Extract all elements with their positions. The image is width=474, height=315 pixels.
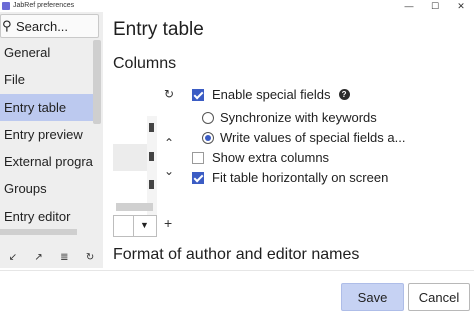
close-icon[interactable]: ✕ — [448, 0, 474, 12]
table-cell-icon — [149, 180, 154, 189]
enable-special-fields-option[interactable]: Enable special fields ? — [192, 87, 350, 102]
search-input[interactable]: ⚲ Search... — [0, 14, 99, 38]
columns-table[interactable] — [113, 116, 157, 215]
app-icon — [2, 2, 10, 10]
enable-special-fields-checkbox[interactable] — [192, 88, 204, 101]
title-bar: JabRef preferences — ☐ ✕ — [0, 0, 474, 12]
table-horizontal-scrollbar[interactable] — [116, 203, 153, 211]
search-icon: ⚲ — [2, 18, 12, 33]
sidebar-item-external-programs[interactable]: External programs — [0, 148, 93, 175]
enable-special-fields-label: Enable special fields — [212, 87, 331, 102]
combo-divider — [133, 216, 134, 236]
page-title: Entry table — [113, 19, 204, 40]
export-preferences-icon[interactable]: ↗ — [34, 252, 42, 263]
sync-keywords-option[interactable]: Synchronize with keywords — [202, 110, 377, 125]
fit-table-checkbox[interactable] — [192, 171, 204, 184]
format-names-section-title: Format of author and editor names — [113, 246, 360, 263]
show-extra-columns-label: Show extra columns — [212, 150, 330, 165]
window-controls: — ☐ ✕ — [396, 0, 474, 12]
sidebar: ⚲ Search... General File Entry table Ent… — [0, 12, 103, 268]
show-preferences-icon[interactable]: ≣ — [60, 252, 68, 263]
cancel-button[interactable]: Cancel — [408, 283, 470, 311]
column-select-combo[interactable]: ▼ — [113, 215, 157, 237]
sidebar-item-entry-preview[interactable]: Entry preview — [0, 121, 93, 148]
write-values-option[interactable]: Write values of special fields a... — [202, 130, 405, 145]
save-button[interactable]: Save — [341, 283, 404, 311]
columns-section-title: Columns — [113, 55, 177, 72]
sidebar-item-file[interactable]: File — [0, 66, 93, 93]
fit-table-option[interactable]: Fit table horizontally on screen — [192, 170, 388, 185]
preferences-nav: General File Entry table Entry preview E… — [0, 39, 93, 230]
write-values-radio[interactable] — [202, 131, 214, 144]
sidebar-item-entry-editor[interactable]: Entry editor — [0, 203, 93, 230]
maximize-icon[interactable]: ☐ — [422, 0, 448, 12]
reload-icon[interactable]: ↻ — [164, 87, 174, 101]
fit-table-label: Fit table horizontally on screen — [212, 170, 389, 185]
window-title: JabRef preferences — [13, 2, 75, 9]
move-down-icon[interactable]: ⌄ — [164, 164, 174, 178]
table-cell-icon — [149, 152, 154, 161]
write-values-label: Write values of special fields a... — [220, 130, 406, 145]
sync-keywords-radio[interactable] — [202, 111, 214, 124]
show-extra-columns-checkbox[interactable] — [192, 151, 204, 164]
help-icon[interactable]: ? — [338, 89, 350, 100]
move-up-icon[interactable]: ⌃ — [164, 136, 174, 150]
sidebar-vertical-scrollbar[interactable] — [93, 40, 101, 124]
sidebar-horizontal-scrollbar[interactable] — [0, 229, 77, 235]
sidebar-item-general[interactable]: General — [0, 39, 93, 66]
sync-keywords-label: Synchronize with keywords — [220, 110, 377, 125]
show-extra-columns-option[interactable]: Show extra columns — [192, 150, 329, 165]
sidebar-item-groups[interactable]: Groups — [0, 175, 93, 202]
sidebar-toolbar: ↙ ↗ ≣ ↻ — [0, 246, 103, 268]
minimize-icon[interactable]: — — [396, 0, 422, 12]
add-column-icon[interactable]: + — [164, 215, 172, 231]
footer-divider — [0, 270, 474, 271]
table-cell-icon — [149, 123, 154, 132]
reset-preferences-icon[interactable]: ↻ — [86, 252, 94, 263]
search-text: Search... — [16, 18, 69, 34]
dropdown-arrow-icon[interactable]: ▼ — [140, 220, 149, 230]
sidebar-item-entry-table[interactable]: Entry table — [0, 93, 93, 121]
import-preferences-icon[interactable]: ↙ — [9, 252, 17, 263]
